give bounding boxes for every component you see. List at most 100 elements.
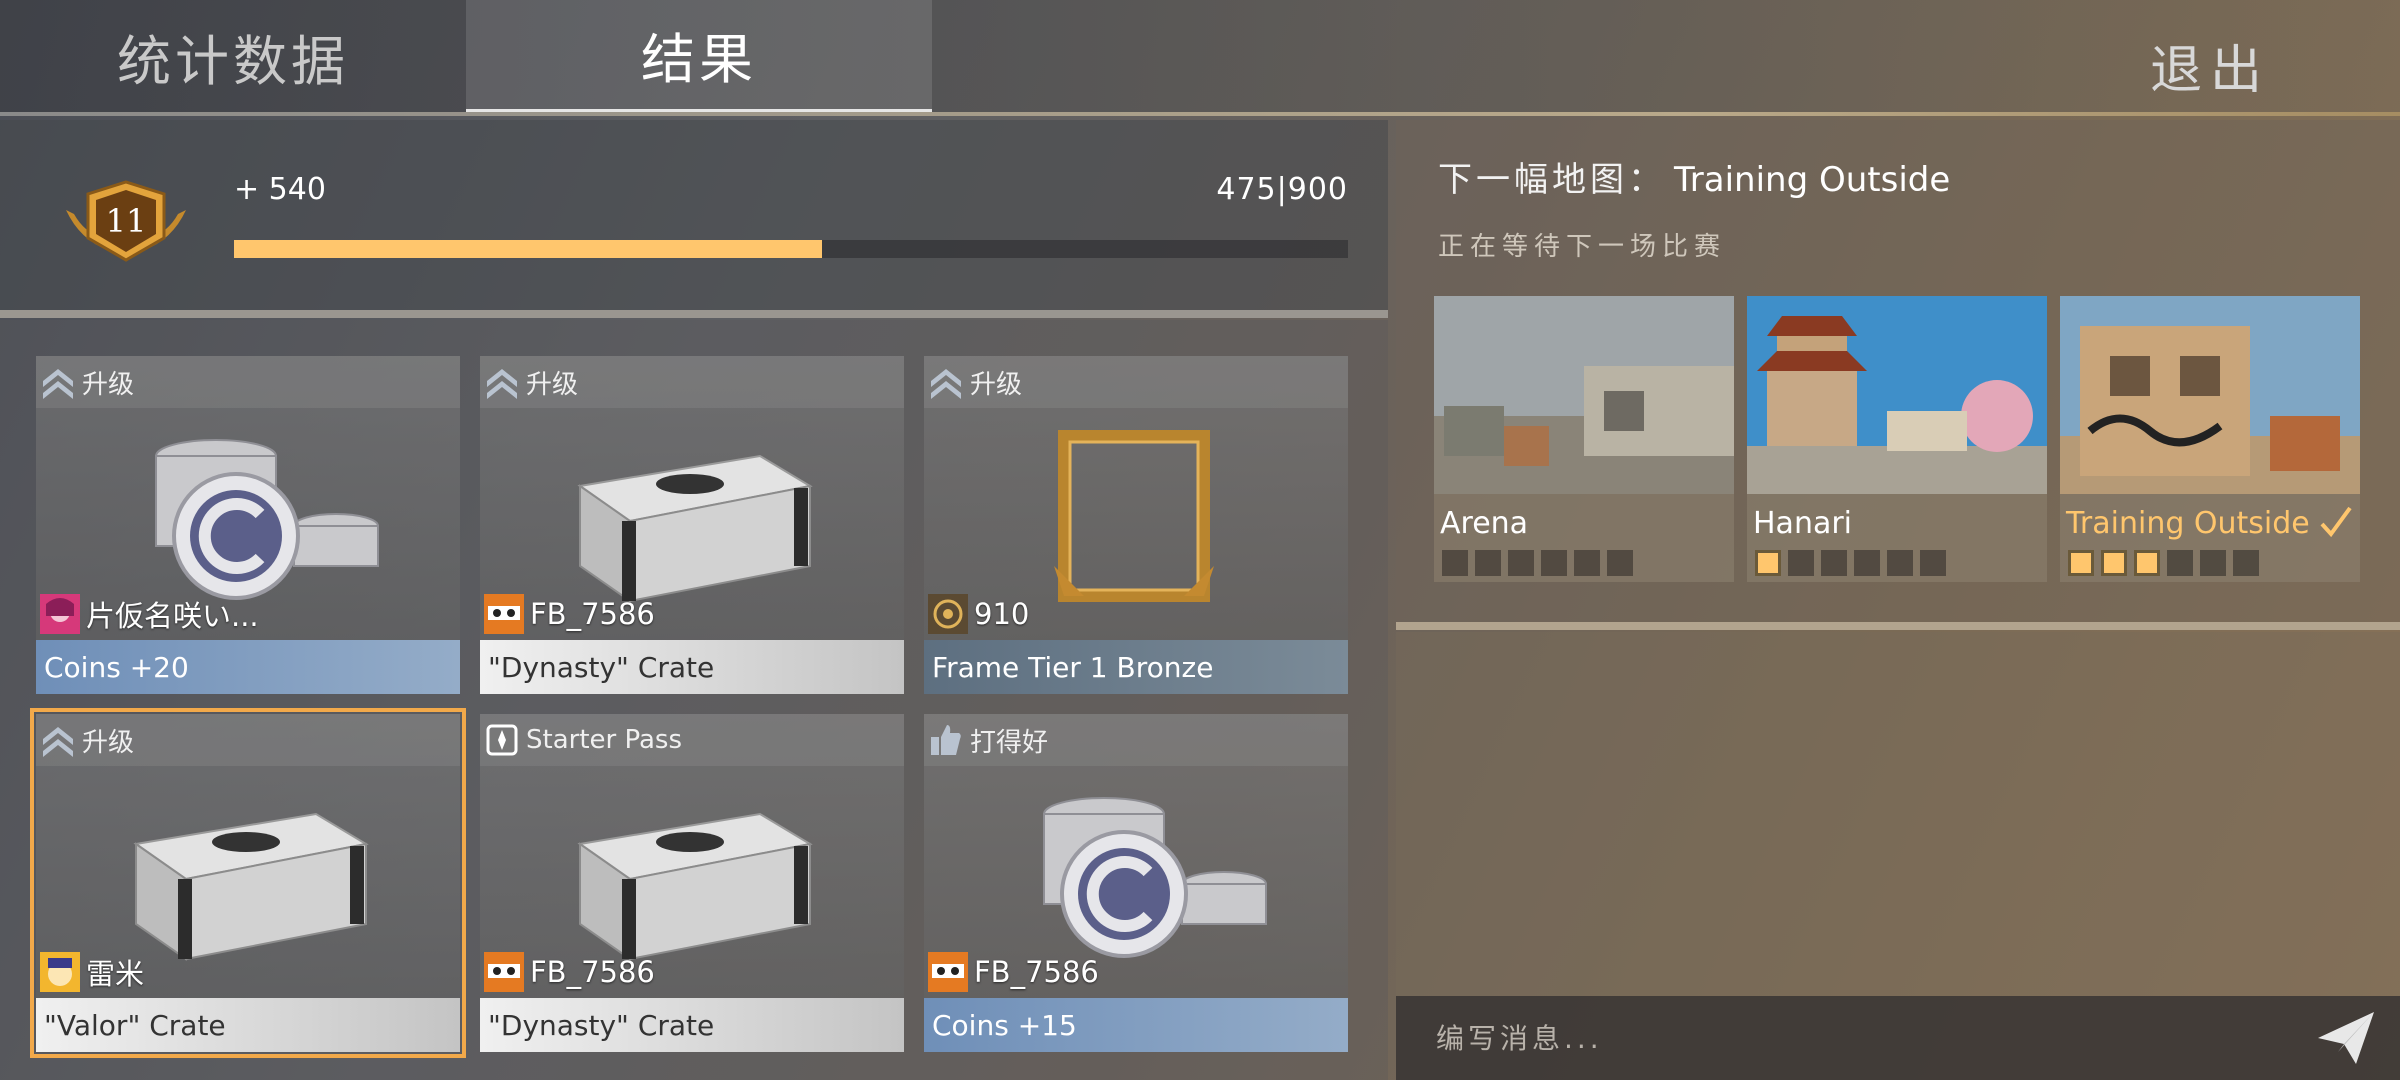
player-name: 910: [974, 597, 1030, 631]
vote-slot: [1475, 550, 1501, 576]
pass-icon: [484, 722, 520, 758]
reward-card-header: 升级: [36, 714, 460, 766]
reward-card[interactable]: 升级 910 Frame Tier 1 Bronze: [924, 356, 1348, 694]
reward-item-name: "Valor" Crate: [36, 998, 460, 1052]
map-thumbnail-training-outside: [2060, 296, 2360, 494]
reward-player: FB_7586: [484, 952, 655, 992]
reward-item-name: Coins +20: [36, 640, 460, 694]
reward-card-header: 升级: [480, 356, 904, 408]
reward-player: 910: [928, 594, 1029, 634]
reward-player: 片仮名咲い...: [40, 594, 259, 634]
top-bar: 统计数据 结果 退出: [0, 0, 2400, 116]
level-badge-icon: 11: [66, 180, 186, 262]
xp-count: 475|900: [1216, 172, 1348, 207]
map-thumbnail-arena: [1434, 296, 1734, 494]
avatar: [928, 594, 968, 634]
coins-image: [96, 426, 396, 616]
send-icon[interactable]: [2316, 1010, 2376, 1066]
reward-tag: Starter Pass: [526, 725, 682, 755]
rank-chevron-icon: [928, 364, 964, 400]
tab-stats[interactable]: 统计数据: [0, 0, 466, 112]
map-card-training-outside[interactable]: Training Outside: [2060, 296, 2360, 582]
vote-slot: [1821, 550, 1847, 576]
reward-item-name: Coins +15: [924, 998, 1348, 1052]
lobby-panel: 下一幅地图： Training Outside 正在等待下一场比赛 Arena: [1396, 120, 2400, 1080]
reward-item-name: "Dynasty" Crate: [480, 640, 904, 694]
reward-tag: 打得好: [970, 727, 1049, 758]
selected-check-icon: [2320, 506, 2352, 538]
xp-bar-fill: [234, 240, 822, 258]
vote-slot: [1755, 550, 1781, 576]
next-map-label: 下一幅地图：: [1438, 160, 1666, 200]
vote-slots: [2068, 550, 2259, 576]
vote-slot: [2134, 550, 2160, 576]
reward-item-name: "Dynasty" Crate: [480, 998, 904, 1052]
xp-bar: [234, 240, 1348, 258]
level-badge: 11: [62, 180, 190, 264]
level-number: 11: [106, 202, 147, 240]
player-name: 雷米: [86, 957, 145, 991]
rank-chevron-icon: [40, 364, 76, 400]
map-card-hanari[interactable]: Hanari: [1747, 296, 2047, 582]
vote-slot: [2101, 550, 2127, 576]
reward-tag: 升级: [82, 369, 135, 400]
player-name: 片仮名咲い...: [86, 599, 259, 633]
map-name: Arena: [1440, 506, 1529, 541]
reward-player: FB_7586: [484, 594, 655, 634]
reward-card-header: 打得好: [924, 714, 1348, 766]
thumbs-up-icon: [928, 722, 964, 758]
vote-slot: [1788, 550, 1814, 576]
reward-tag: 升级: [82, 727, 135, 758]
avatar: [40, 594, 80, 634]
vote-slot: [1541, 550, 1567, 576]
rank-chevron-icon: [40, 722, 76, 758]
map-thumbnail-hanari: [1747, 296, 2047, 494]
map-vote-panel: 下一幅地图： Training Outside 正在等待下一场比赛 Arena: [1396, 120, 2400, 630]
tab-results[interactable]: 结果: [466, 0, 932, 112]
reward-card[interactable]: 升级雷米 "Valor" Crate: [30, 708, 466, 1058]
crate-image: [96, 784, 396, 974]
vote-slot: [1508, 550, 1534, 576]
vote-slot: [1442, 550, 1468, 576]
chat-message-input[interactable]: [1436, 1021, 2256, 1055]
reward-tag: 升级: [526, 369, 579, 400]
crate-image: [540, 426, 840, 616]
exit-button[interactable]: 退出: [2150, 28, 2270, 103]
reward-item-name: Frame Tier 1 Bronze: [924, 640, 1348, 694]
vote-slot: [2233, 550, 2259, 576]
waiting-status: 正在等待下一场比赛: [1438, 232, 1727, 262]
reward-card[interactable]: 升级片仮名咲い... Coins +20: [36, 356, 460, 694]
reward-card-header: 升级: [924, 356, 1348, 408]
player-name: FB_7586: [530, 955, 655, 989]
xp-progress-panel: 11 + 540 475|900: [0, 120, 1388, 318]
reward-card[interactable]: Starter Pass FB_7586 "Dynasty" Crate: [480, 714, 904, 1052]
chat-panel: [1396, 632, 2400, 1080]
vote-slot: [1887, 550, 1913, 576]
vote-slot: [2068, 550, 2094, 576]
avatar: [484, 594, 524, 634]
map-card-arena[interactable]: Arena: [1434, 296, 1734, 582]
reward-player: FB_7586: [928, 952, 1099, 992]
vote-slots: [1755, 550, 1946, 576]
vote-slot: [1574, 550, 1600, 576]
reward-tag: 升级: [970, 369, 1023, 400]
map-name: Hanari: [1753, 506, 1853, 541]
vote-slot: [2200, 550, 2226, 576]
avatar: [484, 952, 524, 992]
vote-slot: [1920, 550, 1946, 576]
reward-card[interactable]: 打得好 FB_7586 Coins +15: [924, 714, 1348, 1052]
reward-card-header: Starter Pass: [480, 714, 904, 766]
vote-slots: [1442, 550, 1633, 576]
chat-input-bar: [1396, 996, 2400, 1080]
crate-image: [540, 784, 840, 974]
coins-image: [984, 784, 1284, 974]
map-name: Training Outside: [2066, 506, 2310, 541]
xp-gain: + 540: [234, 172, 326, 207]
avatar: [40, 952, 80, 992]
rewards-grid: 升级 片仮名咲い... Coins +20 升级 FB_7586 "Dynasty" Cr…: [0, 320, 1388, 1080]
player-name: FB_7586: [974, 955, 1099, 989]
reward-card[interactable]: 升级 FB_7586 "Dynasty" Crate: [480, 356, 904, 694]
next-map-name: Training Outside: [1674, 160, 1951, 200]
reward-card-header: 升级: [36, 356, 460, 408]
frame-image: [984, 426, 1284, 616]
